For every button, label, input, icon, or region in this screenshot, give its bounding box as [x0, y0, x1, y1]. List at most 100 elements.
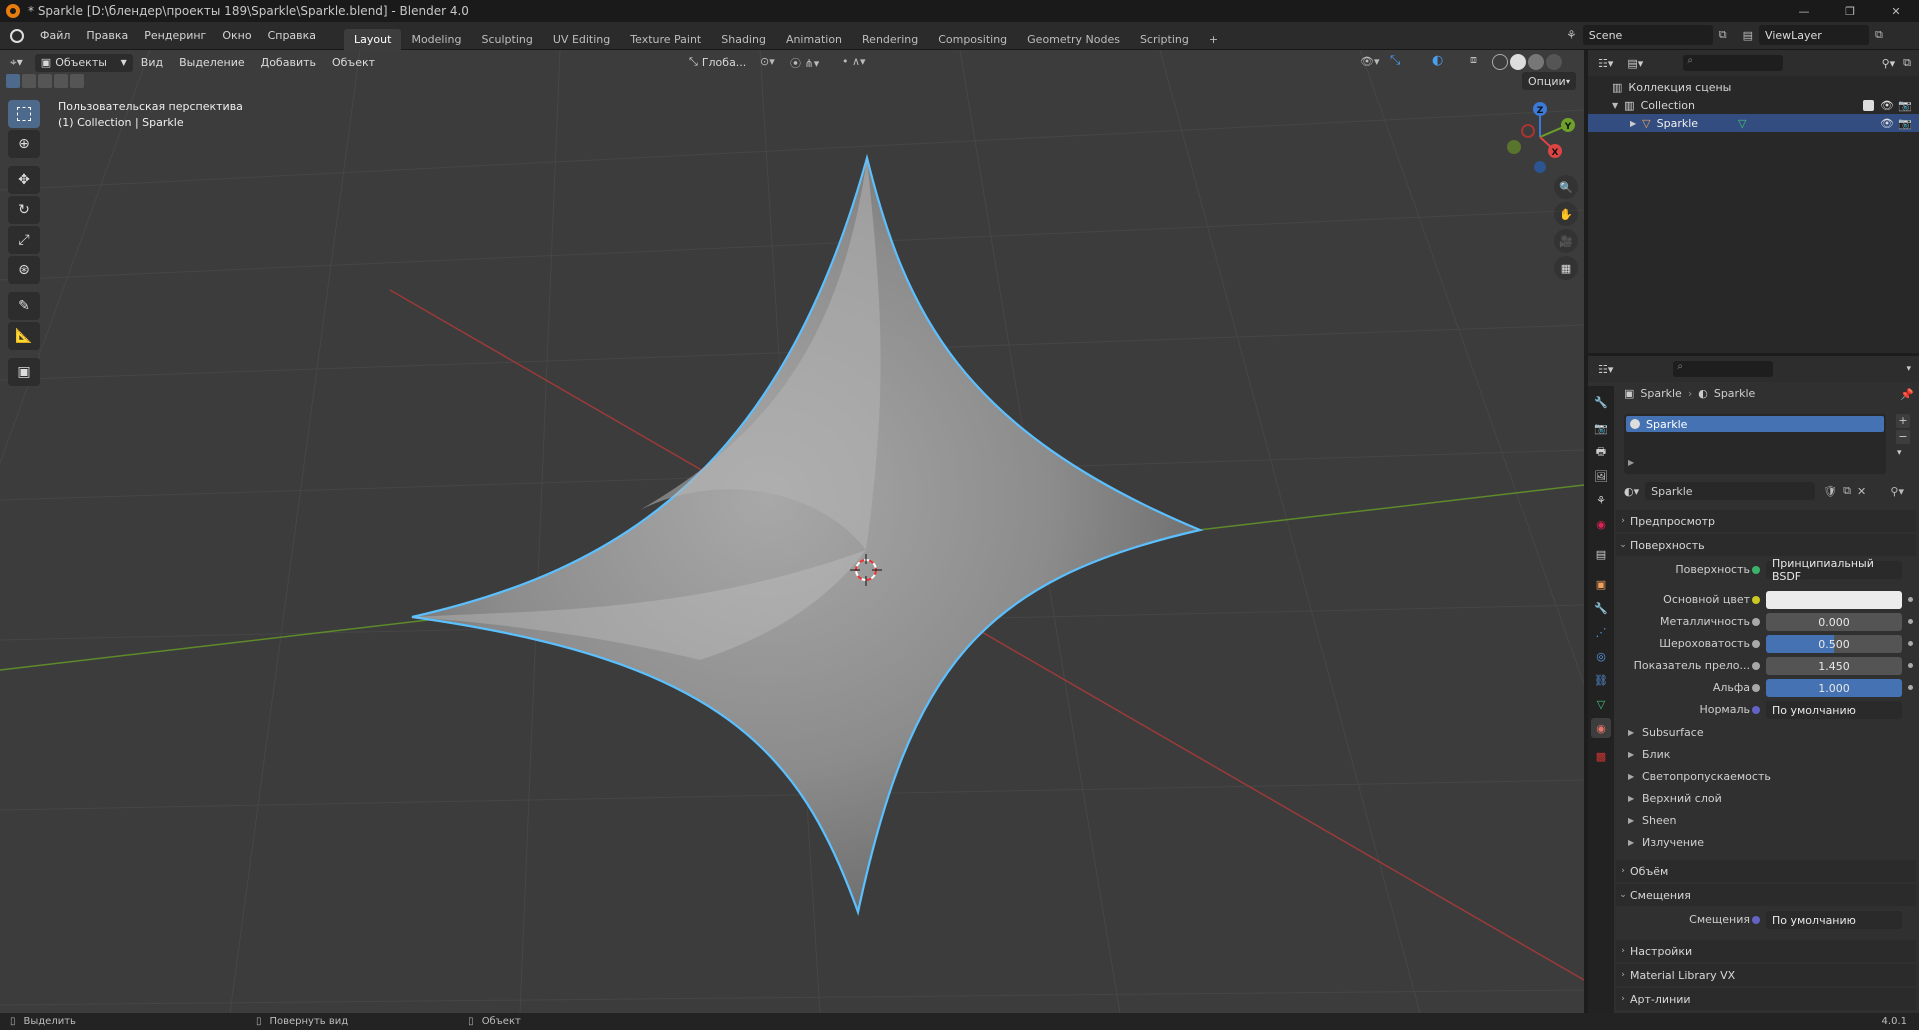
material-slot-item[interactable]: Sparkle — [1626, 416, 1884, 432]
object-tab-icon[interactable]: ▣ — [1591, 574, 1611, 594]
pin-icon[interactable]: 📌 — [1900, 388, 1914, 401]
mesh-data-icon[interactable]: ▽ — [1738, 117, 1746, 130]
view-layer-tab-icon[interactable]: 🖼 — [1591, 466, 1611, 486]
panel-surface[interactable]: ⌄ Поверхность — [1616, 534, 1916, 556]
scene-selector[interactable]: Scene — [1582, 25, 1713, 45]
panel-preview[interactable]: › Предпросмотр — [1616, 510, 1916, 532]
physics-tab-icon[interactable]: ◎ — [1591, 646, 1611, 666]
editor-type-icon[interactable]: ⌖▾ — [10, 55, 23, 70]
world-tab-icon[interactable]: ◉ — [1591, 514, 1611, 534]
keyframe-icon[interactable] — [1908, 619, 1913, 624]
snap-icon[interactable]: ⦿ ⋔▾ — [790, 55, 819, 71]
navigation-gizmo[interactable]: Z Y X — [1500, 95, 1580, 175]
display-mode-icon[interactable]: ▤▾ — [1627, 57, 1643, 70]
select-extend-icon[interactable] — [22, 74, 36, 88]
expand-arrow-icon[interactable]: ▶ — [1630, 119, 1636, 128]
normal-field[interactable]: По умолчанию — [1766, 701, 1902, 719]
scene-icon[interactable]: ⚘ — [1566, 28, 1577, 42]
select-intersect-icon[interactable] — [70, 74, 84, 88]
render-camera-icon[interactable]: 📷 — [1898, 117, 1912, 130]
ior-field[interactable]: 1.450 — [1766, 657, 1902, 675]
displacement-field[interactable]: По умолчанию — [1766, 911, 1902, 929]
render-tab-icon[interactable]: 📷 — [1591, 418, 1611, 438]
panel-settings[interactable]: › Настройки — [1616, 940, 1916, 962]
rotate-tool[interactable]: ↻ — [8, 196, 40, 224]
keyframe-icon[interactable] — [1908, 685, 1913, 690]
properties-editor-icon[interactable]: ☷▾ — [1598, 363, 1613, 376]
chevron-down-icon[interactable]: ▾ — [1906, 364, 1911, 374]
tool-tab-icon[interactable]: 🔧 — [1591, 392, 1611, 412]
tab-texture-paint[interactable]: Texture Paint — [620, 29, 711, 50]
metallic-field[interactable]: 0.000 — [1766, 613, 1902, 631]
add-slot-button[interactable]: + — [1896, 414, 1910, 428]
cursor-tool[interactable]: ⊕ — [8, 130, 40, 158]
visibility-icon[interactable]: 👁▾ — [1360, 55, 1380, 68]
blender-menu-icon[interactable] — [10, 28, 24, 43]
select-invert-icon[interactable] — [54, 74, 68, 88]
collection-tab-icon[interactable]: ▤ — [1591, 544, 1611, 564]
menu-help[interactable]: Справка — [260, 29, 324, 42]
move-tool[interactable]: ✥ — [8, 166, 40, 194]
select-box-tool[interactable] — [8, 100, 40, 128]
tab-geometry-nodes[interactable]: Geometry Nodes — [1017, 29, 1130, 50]
add-cube-tool[interactable]: ▣ — [8, 358, 40, 386]
tab-rendering[interactable]: Rendering — [852, 29, 928, 50]
wireframe-shading-icon[interactable] — [1492, 54, 1508, 70]
select-new-icon[interactable] — [6, 74, 20, 88]
3d-viewport[interactable]: ⌖▾ ▣ Объекты ▼ Вид Выделение Добавить Об… — [0, 50, 1584, 1013]
menu-window[interactable]: Окно — [214, 29, 259, 42]
xray-icon[interactable]: ⧈ — [1470, 53, 1477, 67]
keyframe-icon[interactable] — [1908, 597, 1913, 602]
annotate-tool[interactable]: ✎ — [8, 292, 40, 320]
overlays-icon[interactable]: ◐ — [1432, 53, 1443, 68]
output-tab-icon[interactable]: 🖶 — [1591, 442, 1611, 462]
menu-render[interactable]: Рендеринг — [136, 29, 214, 42]
menu-select[interactable]: Выделение — [171, 56, 253, 69]
remove-slot-button[interactable]: − — [1896, 430, 1910, 444]
new-collection-icon[interactable]: ⧉ — [1903, 56, 1911, 70]
close-button[interactable]: ✕ — [1873, 0, 1919, 22]
subpanel-transmission[interactable]: ▶ Светопропускаемость — [1628, 766, 1771, 786]
eye-icon[interactable]: 👁 — [1880, 117, 1894, 130]
alpha-slider[interactable]: 1.000 — [1766, 679, 1902, 697]
exclude-checkbox-icon[interactable] — [1863, 99, 1874, 111]
scale-tool[interactable]: ⤢ — [8, 226, 40, 254]
ortho-grid-icon[interactable]: ▦ — [1554, 256, 1578, 280]
options-dropdown[interactable]: Опции ▾ — [1522, 72, 1576, 90]
expand-arrow-icon[interactable]: ▼ — [1612, 101, 1618, 110]
zoom-icon[interactable]: 🔍 — [1554, 175, 1578, 199]
tab-modeling[interactable]: Modeling — [401, 29, 471, 50]
add-workspace-button[interactable]: + — [1199, 29, 1228, 50]
menu-add[interactable]: Добавить — [253, 56, 324, 69]
outliner-row-collection[interactable]: ▼ ▥ Collection 👁 📷 — [1588, 96, 1919, 114]
material-tab-icon[interactable]: ◉ — [1591, 718, 1611, 738]
mode-selector[interactable]: ▣ Объекты ▼ — [34, 53, 133, 72]
measure-tool[interactable]: 📐 — [8, 322, 40, 350]
render-camera-icon[interactable]: 📷 — [1898, 99, 1912, 112]
transform-tool[interactable]: ⊛ — [8, 256, 40, 284]
new-view-layer-icon[interactable]: ⧉ — [1875, 28, 1883, 42]
view-layer-selector[interactable]: ViewLayer — [1759, 25, 1870, 45]
outliner-search-input[interactable]: ⌕ — [1683, 55, 1784, 71]
material-name-field[interactable]: Sparkle — [1645, 482, 1816, 500]
tab-shading[interactable]: Shading — [711, 29, 776, 50]
keyframe-icon[interactable] — [1908, 663, 1913, 668]
subpanel-emission[interactable]: ▶ Излучение — [1628, 832, 1704, 852]
menu-file[interactable]: Файл — [32, 29, 78, 42]
data-tab-icon[interactable]: ▽ — [1591, 694, 1611, 714]
subpanel-specular[interactable]: ▶ Блик — [1628, 744, 1670, 764]
subpanel-sheen[interactable]: ▶ Sheen — [1628, 810, 1676, 830]
eye-icon[interactable]: 👁 — [1880, 99, 1894, 112]
filter-icon[interactable]: ⚲▾ — [1882, 57, 1896, 70]
panel-line-art[interactable]: › Арт-линии — [1616, 988, 1916, 1010]
subpanel-subsurface[interactable]: ▶ Subsurface — [1628, 722, 1704, 742]
tab-layout[interactable]: Layout — [344, 28, 402, 50]
texture-tab-icon[interactable]: ▩ — [1591, 746, 1611, 766]
modifier-tab-icon[interactable]: 🔧 — [1591, 598, 1611, 618]
pivot-icon[interactable]: ⊙▾ — [760, 55, 775, 68]
tab-sculpting[interactable]: Sculpting — [472, 29, 543, 50]
slot-specials-icon[interactable]: ▾ — [1897, 448, 1902, 458]
roughness-slider[interactable]: 0.500 — [1766, 635, 1902, 653]
tab-scripting[interactable]: Scripting — [1130, 29, 1199, 50]
view-layer-icon[interactable]: ▤ — [1743, 29, 1753, 42]
